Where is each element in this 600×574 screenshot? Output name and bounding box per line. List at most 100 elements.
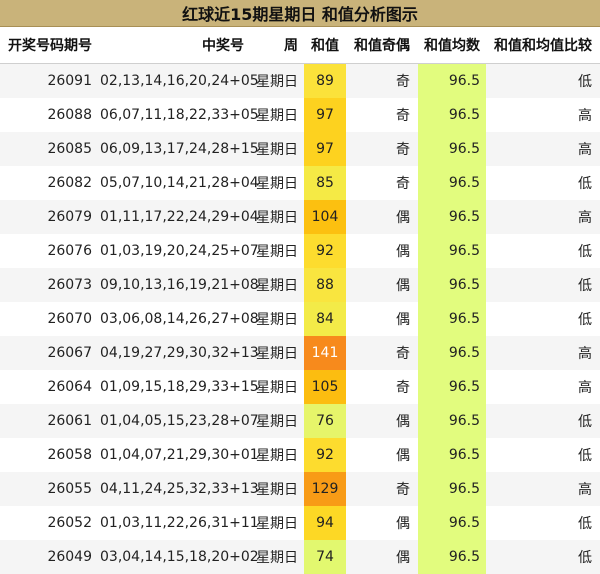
weekday-cell: 星期日 [248, 234, 304, 268]
average-cell: 96.5 [418, 166, 486, 200]
table-row: 26064 01,09,15,18,29,33+15 星期日 105 奇 96.5 高 [0, 370, 600, 404]
header-weekday: 周 [248, 27, 304, 64]
weekday-cell: 星期日 [248, 166, 304, 200]
table-row: 26049 03,04,14,15,18,20+02 星期日 74 偶 96.5 低 [0, 540, 600, 574]
compare-cell: 高 [486, 370, 600, 404]
sum-analysis-panel: 红球近15期星期日 和值分析图示 开奖号码期号 中奖号 周 和值 和值奇偶 和值… [0, 0, 600, 574]
sum-cell: 74 [304, 540, 346, 574]
weekday-cell: 星期日 [248, 200, 304, 234]
average-cell: 96.5 [418, 336, 486, 370]
issue-cell: 26049 [0, 540, 100, 574]
parity-cell: 偶 [346, 438, 418, 472]
sum-cell: 89 [304, 63, 346, 98]
average-cell: 96.5 [418, 506, 486, 540]
numbers-cell: 02,13,14,16,20,24+05 [100, 63, 259, 98]
sum-cell: 104 [304, 200, 346, 234]
compare-cell: 低 [486, 268, 600, 302]
parity-cell: 偶 [346, 234, 418, 268]
issue-cell: 26082 [0, 166, 100, 200]
numbers-cell: 01,03,11,22,26,31+11 [100, 506, 259, 540]
parity-cell: 偶 [346, 404, 418, 438]
compare-cell: 低 [486, 438, 600, 472]
parity-cell: 偶 [346, 200, 418, 234]
sum-cell: 129 [304, 472, 346, 506]
weekday-cell: 星期日 [248, 506, 304, 540]
table-title: 红球近15期星期日 和值分析图示 [0, 0, 600, 27]
numbers-cell: 06,07,11,18,22,33+05 [100, 98, 259, 132]
average-cell: 96.5 [418, 302, 486, 336]
numbers-cell: 06,09,13,17,24,28+15 [100, 132, 259, 166]
numbers-cell: 03,04,14,15,18,20+02 [100, 540, 259, 574]
issue-cell: 26079 [0, 200, 100, 234]
issue-cell: 26070 [0, 302, 100, 336]
average-cell: 96.5 [418, 268, 486, 302]
sum-cell: 105 [304, 370, 346, 404]
numbers-cell: 01,04,05,15,23,28+07 [100, 404, 259, 438]
sum-cell: 84 [304, 302, 346, 336]
parity-cell: 偶 [346, 540, 418, 574]
header-issue: 开奖号码期号 [0, 27, 100, 64]
compare-cell: 低 [486, 506, 600, 540]
issue-cell: 26088 [0, 98, 100, 132]
compare-cell: 低 [486, 63, 600, 98]
parity-cell: 偶 [346, 268, 418, 302]
parity-cell: 偶 [346, 506, 418, 540]
average-cell: 96.5 [418, 200, 486, 234]
compare-cell: 高 [486, 98, 600, 132]
issue-cell: 26073 [0, 268, 100, 302]
issue-cell: 26067 [0, 336, 100, 370]
parity-cell: 奇 [346, 336, 418, 370]
issue-cell: 26061 [0, 404, 100, 438]
numbers-cell: 04,11,24,25,32,33+13 [100, 472, 259, 506]
compare-cell: 高 [486, 200, 600, 234]
issue-cell: 26052 [0, 506, 100, 540]
header-row: 开奖号码期号 中奖号 周 和值 和值奇偶 和值均数 和值和均值比较 [0, 27, 600, 64]
average-cell: 96.5 [418, 132, 486, 166]
sum-cell: 88 [304, 268, 346, 302]
table-row: 26085 06,09,13,17,24,28+15 星期日 97 奇 96.5 高 [0, 132, 600, 166]
sum-cell: 92 [304, 234, 346, 268]
numbers-cell: 04,19,27,29,30,32+13 [100, 336, 259, 370]
table-row: 26073 09,10,13,16,19,21+08 星期日 88 偶 96.5 低 [0, 268, 600, 302]
sum-cell: 97 [304, 132, 346, 166]
numbers-cell: 03,06,08,14,26,27+08 [100, 302, 259, 336]
header-average: 和值均数 [418, 27, 486, 64]
sum-cell: 94 [304, 506, 346, 540]
numbers-cell: 09,10,13,16,19,21+08 [100, 268, 259, 302]
issue-cell: 26064 [0, 370, 100, 404]
weekday-cell: 星期日 [248, 302, 304, 336]
issue-cell: 26091 [0, 63, 100, 98]
header-parity: 和值奇偶 [346, 27, 418, 64]
parity-cell: 奇 [346, 472, 418, 506]
parity-cell: 奇 [346, 132, 418, 166]
sum-cell: 141 [304, 336, 346, 370]
average-cell: 96.5 [418, 438, 486, 472]
table-row: 26070 03,06,08,14,26,27+08 星期日 84 偶 96.5 低 [0, 302, 600, 336]
weekday-cell: 星期日 [248, 370, 304, 404]
weekday-cell: 星期日 [248, 336, 304, 370]
average-cell: 96.5 [418, 98, 486, 132]
weekday-cell: 星期日 [248, 540, 304, 574]
table-row: 26091 02,13,14,16,20,24+05 星期日 89 奇 96.5 低 [0, 63, 600, 98]
average-cell: 96.5 [418, 234, 486, 268]
numbers-cell: 01,04,07,21,29,30+01 [100, 438, 259, 472]
compare-cell: 低 [486, 302, 600, 336]
table-row: 26088 06,07,11,18,22,33+05 星期日 97 奇 96.5 高 [0, 98, 600, 132]
sum-cell: 76 [304, 404, 346, 438]
parity-cell: 奇 [346, 98, 418, 132]
table-row: 26067 04,19,27,29,30,32+13 星期日 141 奇 96.5 高 [0, 336, 600, 370]
header-sum: 和值 [304, 27, 346, 64]
weekday-cell: 星期日 [248, 63, 304, 98]
average-cell: 96.5 [418, 370, 486, 404]
header-compare: 和值和均值比较 [486, 27, 600, 64]
compare-cell: 低 [486, 404, 600, 438]
table-row: 26061 01,04,05,15,23,28+07 星期日 76 偶 96.5 低 [0, 404, 600, 438]
average-cell: 96.5 [418, 540, 486, 574]
issue-cell: 26076 [0, 234, 100, 268]
parity-cell: 奇 [346, 63, 418, 98]
weekday-cell: 星期日 [248, 132, 304, 166]
compare-cell: 高 [486, 132, 600, 166]
table-row: 26082 05,07,10,14,21,28+04 星期日 85 奇 96.5 低 [0, 166, 600, 200]
weekday-cell: 星期日 [248, 404, 304, 438]
numbers-cell: 05,07,10,14,21,28+04 [100, 166, 259, 200]
